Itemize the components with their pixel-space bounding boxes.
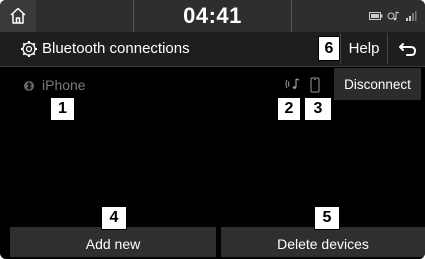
callout-5: 5 <box>314 206 340 230</box>
callout-1: 1 <box>50 97 75 121</box>
disconnect-button[interactable]: Disconnect <box>334 68 421 100</box>
bluetooth-audio-icon <box>285 78 300 89</box>
infotainment-screen: 04:41 Bluetooth connections Help iPhone … <box>0 0 425 259</box>
bluetooth-icon <box>24 81 34 91</box>
back-arrow-icon <box>399 42 416 56</box>
battery-icon <box>369 12 383 20</box>
bluetooth-audio-icon <box>387 11 400 21</box>
callout-4: 4 <box>101 206 127 230</box>
phone-icon <box>310 77 320 93</box>
add-new-button[interactable]: Add new <box>10 227 216 257</box>
delete-devices-button[interactable]: Delete devices <box>221 227 425 257</box>
callout-2: 2 <box>277 97 301 121</box>
gear-icon[interactable] <box>20 40 38 58</box>
status-bar: 04:41 <box>0 0 425 32</box>
back-button[interactable] <box>387 33 425 64</box>
clock: 04:41 <box>183 3 242 28</box>
device-name: iPhone <box>42 77 86 93</box>
help-button[interactable]: Help <box>340 33 387 64</box>
callout-6: 6 <box>318 36 340 61</box>
signal-icon <box>406 11 417 21</box>
page-title: Bluetooth connections <box>42 40 190 57</box>
status-divider <box>291 0 292 32</box>
status-icons <box>369 9 417 23</box>
callout-3: 3 <box>304 97 332 121</box>
title-bar: Bluetooth connections Help <box>0 32 425 67</box>
